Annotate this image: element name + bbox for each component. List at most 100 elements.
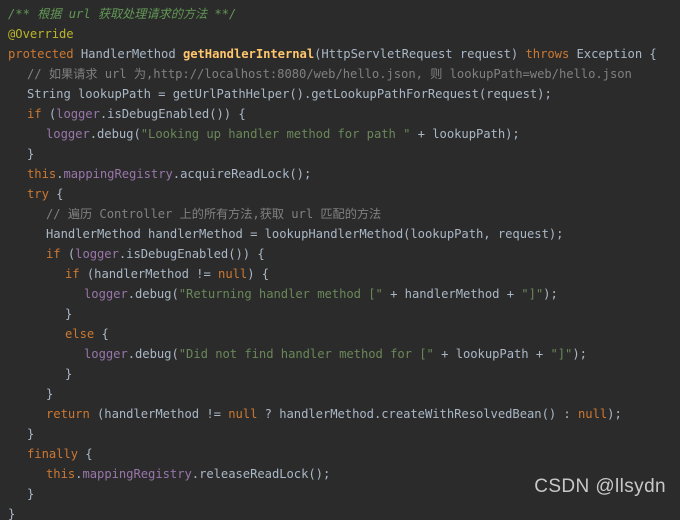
code-line: logger.debug("Returning handler method [… <box>0 284 680 304</box>
code-token: } <box>27 147 35 161</box>
code-token: lookupHandlerMethod <box>264 227 404 241</box>
code-token: try <box>27 187 49 201</box>
code-token: logger <box>84 347 128 361</box>
code-token: (). <box>289 87 312 101</box>
code-token: "]" <box>521 287 544 301</box>
code-token: ); <box>543 287 558 301</box>
code-line: // 如果请求 url 为,http://localhost:8080/web/… <box>0 64 680 84</box>
code-line: } <box>0 364 680 384</box>
code-line: HandlerMethod handlerMethod = lookupHand… <box>0 224 680 244</box>
code-token: (handlerMethod != <box>79 267 219 281</box>
code-token: { <box>48 187 64 201</box>
code-token: // 如果请求 url 为,http://localhost:8080/web/… <box>27 67 632 81</box>
code-token: .releaseReadLock(); <box>191 467 331 481</box>
code-block: /** 根据 url 获取处理请求的方法 **/ @Override protect… <box>0 0 680 521</box>
code-token: (request); <box>478 87 552 101</box>
code-token: /** 根据 url 获取处理请求的方法 **/ <box>8 7 237 21</box>
code-token: (lookupPath, request); <box>403 227 564 241</box>
code-token: } <box>65 367 73 381</box>
code-token: + lookupPath + <box>433 347 551 361</box>
code-token: .debug( <box>127 347 179 361</box>
code-token: handlerMethod = <box>140 227 265 241</box>
code-line: } <box>0 384 680 404</box>
code-token: "]" <box>550 347 573 361</box>
code-token: null <box>228 407 258 421</box>
code-token: mappingRegistry <box>63 167 173 181</box>
code-token: "Returning handler method [" <box>178 287 383 301</box>
code-token: else <box>65 327 95 341</box>
code-line: } <box>0 144 680 164</box>
code-token: throws <box>525 47 570 61</box>
code-token: ( <box>60 247 76 261</box>
code-token: // 遍历 Controller 上的所有方法,获取 url 匹配的方法 <box>46 207 382 221</box>
code-token: if <box>27 107 42 121</box>
code-token: HandlerMethod <box>46 227 141 241</box>
code-token: getLookupPathForRequest <box>311 87 479 101</box>
code-token: (handlerMethod != <box>89 407 229 421</box>
code-token: + lookupPath); <box>410 127 520 141</box>
code-token: logger <box>56 107 100 121</box>
code-token: protected <box>8 47 74 61</box>
code-token: finally <box>27 447 79 461</box>
code-token: ) { <box>247 267 270 281</box>
code-token: ( <box>41 107 57 121</box>
code-token: null <box>218 267 248 281</box>
code-line: // 遍历 Controller 上的所有方法,获取 url 匹配的方法 <box>0 204 680 224</box>
code-token: getUrlPathHelper <box>172 87 290 101</box>
code-token: logger <box>75 247 119 261</box>
code-token: this <box>27 167 57 181</box>
code-token: return <box>46 407 90 421</box>
code-line: finally { <box>0 444 680 464</box>
code-token: { <box>94 327 109 341</box>
code-token: ); <box>572 347 587 361</box>
code-token: HttpServletRequest <box>321 47 453 61</box>
code-token: mappingRegistry <box>82 467 192 481</box>
code-token: logger <box>46 127 90 141</box>
code-snippet-viewer: /** 根据 url 获取处理请求的方法 **/ @Override protect… <box>0 0 680 524</box>
code-line: logger.debug("Did not find handler metho… <box>0 344 680 364</box>
code-token: if <box>46 247 61 261</box>
code-token: logger <box>84 287 128 301</box>
code-token: } <box>8 507 16 521</box>
code-line: @Override <box>0 24 680 44</box>
code-line: /** 根据 url 获取处理请求的方法 **/ <box>0 4 680 24</box>
code-token: @Override <box>8 27 74 41</box>
code-token: Exception { <box>569 47 657 61</box>
code-token: null <box>578 407 608 421</box>
code-token: ? handlerMethod.createWithResolvedBean()… <box>257 407 579 421</box>
code-line: } <box>0 304 680 324</box>
code-line: protected HandlerMethod getHandlerIntern… <box>0 44 680 64</box>
code-token: String <box>27 87 71 101</box>
code-line: logger.debug("Looking up handler method … <box>0 124 680 144</box>
code-token: + handlerMethod + <box>382 287 522 301</box>
code-token: .isDebugEnabled()) { <box>118 247 265 261</box>
code-token: lookupPath = <box>70 87 173 101</box>
code-token: if <box>65 267 80 281</box>
code-line: } <box>0 504 680 521</box>
code-line: if (logger.isDebugEnabled()) { <box>0 244 680 264</box>
code-line: if (handlerMethod != null) { <box>0 264 680 284</box>
code-token: } <box>65 307 73 321</box>
code-line: } <box>0 424 680 444</box>
code-token: .debug( <box>127 287 179 301</box>
code-token: "Did not find handler method for [" <box>178 347 434 361</box>
code-line: return (handlerMethod != null ? handlerM… <box>0 404 680 424</box>
csdn-watermark: CSDN @llsydn <box>534 476 666 497</box>
code-token: .debug( <box>89 127 141 141</box>
code-token: "Looking up handler method for path " <box>140 127 411 141</box>
code-line: String lookupPath = getUrlPathHelper().g… <box>0 84 680 104</box>
code-token: ); <box>607 407 622 421</box>
code-line: if (logger.isDebugEnabled()) { <box>0 104 680 124</box>
code-token: this <box>46 467 76 481</box>
code-token: .isDebugEnabled()) { <box>99 107 246 121</box>
code-token: } <box>27 427 35 441</box>
code-token: request) <box>452 47 526 61</box>
code-line: this.mappingRegistry.acquireReadLock(); <box>0 164 680 184</box>
code-token: { <box>78 447 93 461</box>
code-line: else { <box>0 324 680 344</box>
code-token: getHandlerInternal <box>182 47 315 61</box>
code-token: HandlerMethod <box>80 47 176 61</box>
code-line: try { <box>0 184 680 204</box>
